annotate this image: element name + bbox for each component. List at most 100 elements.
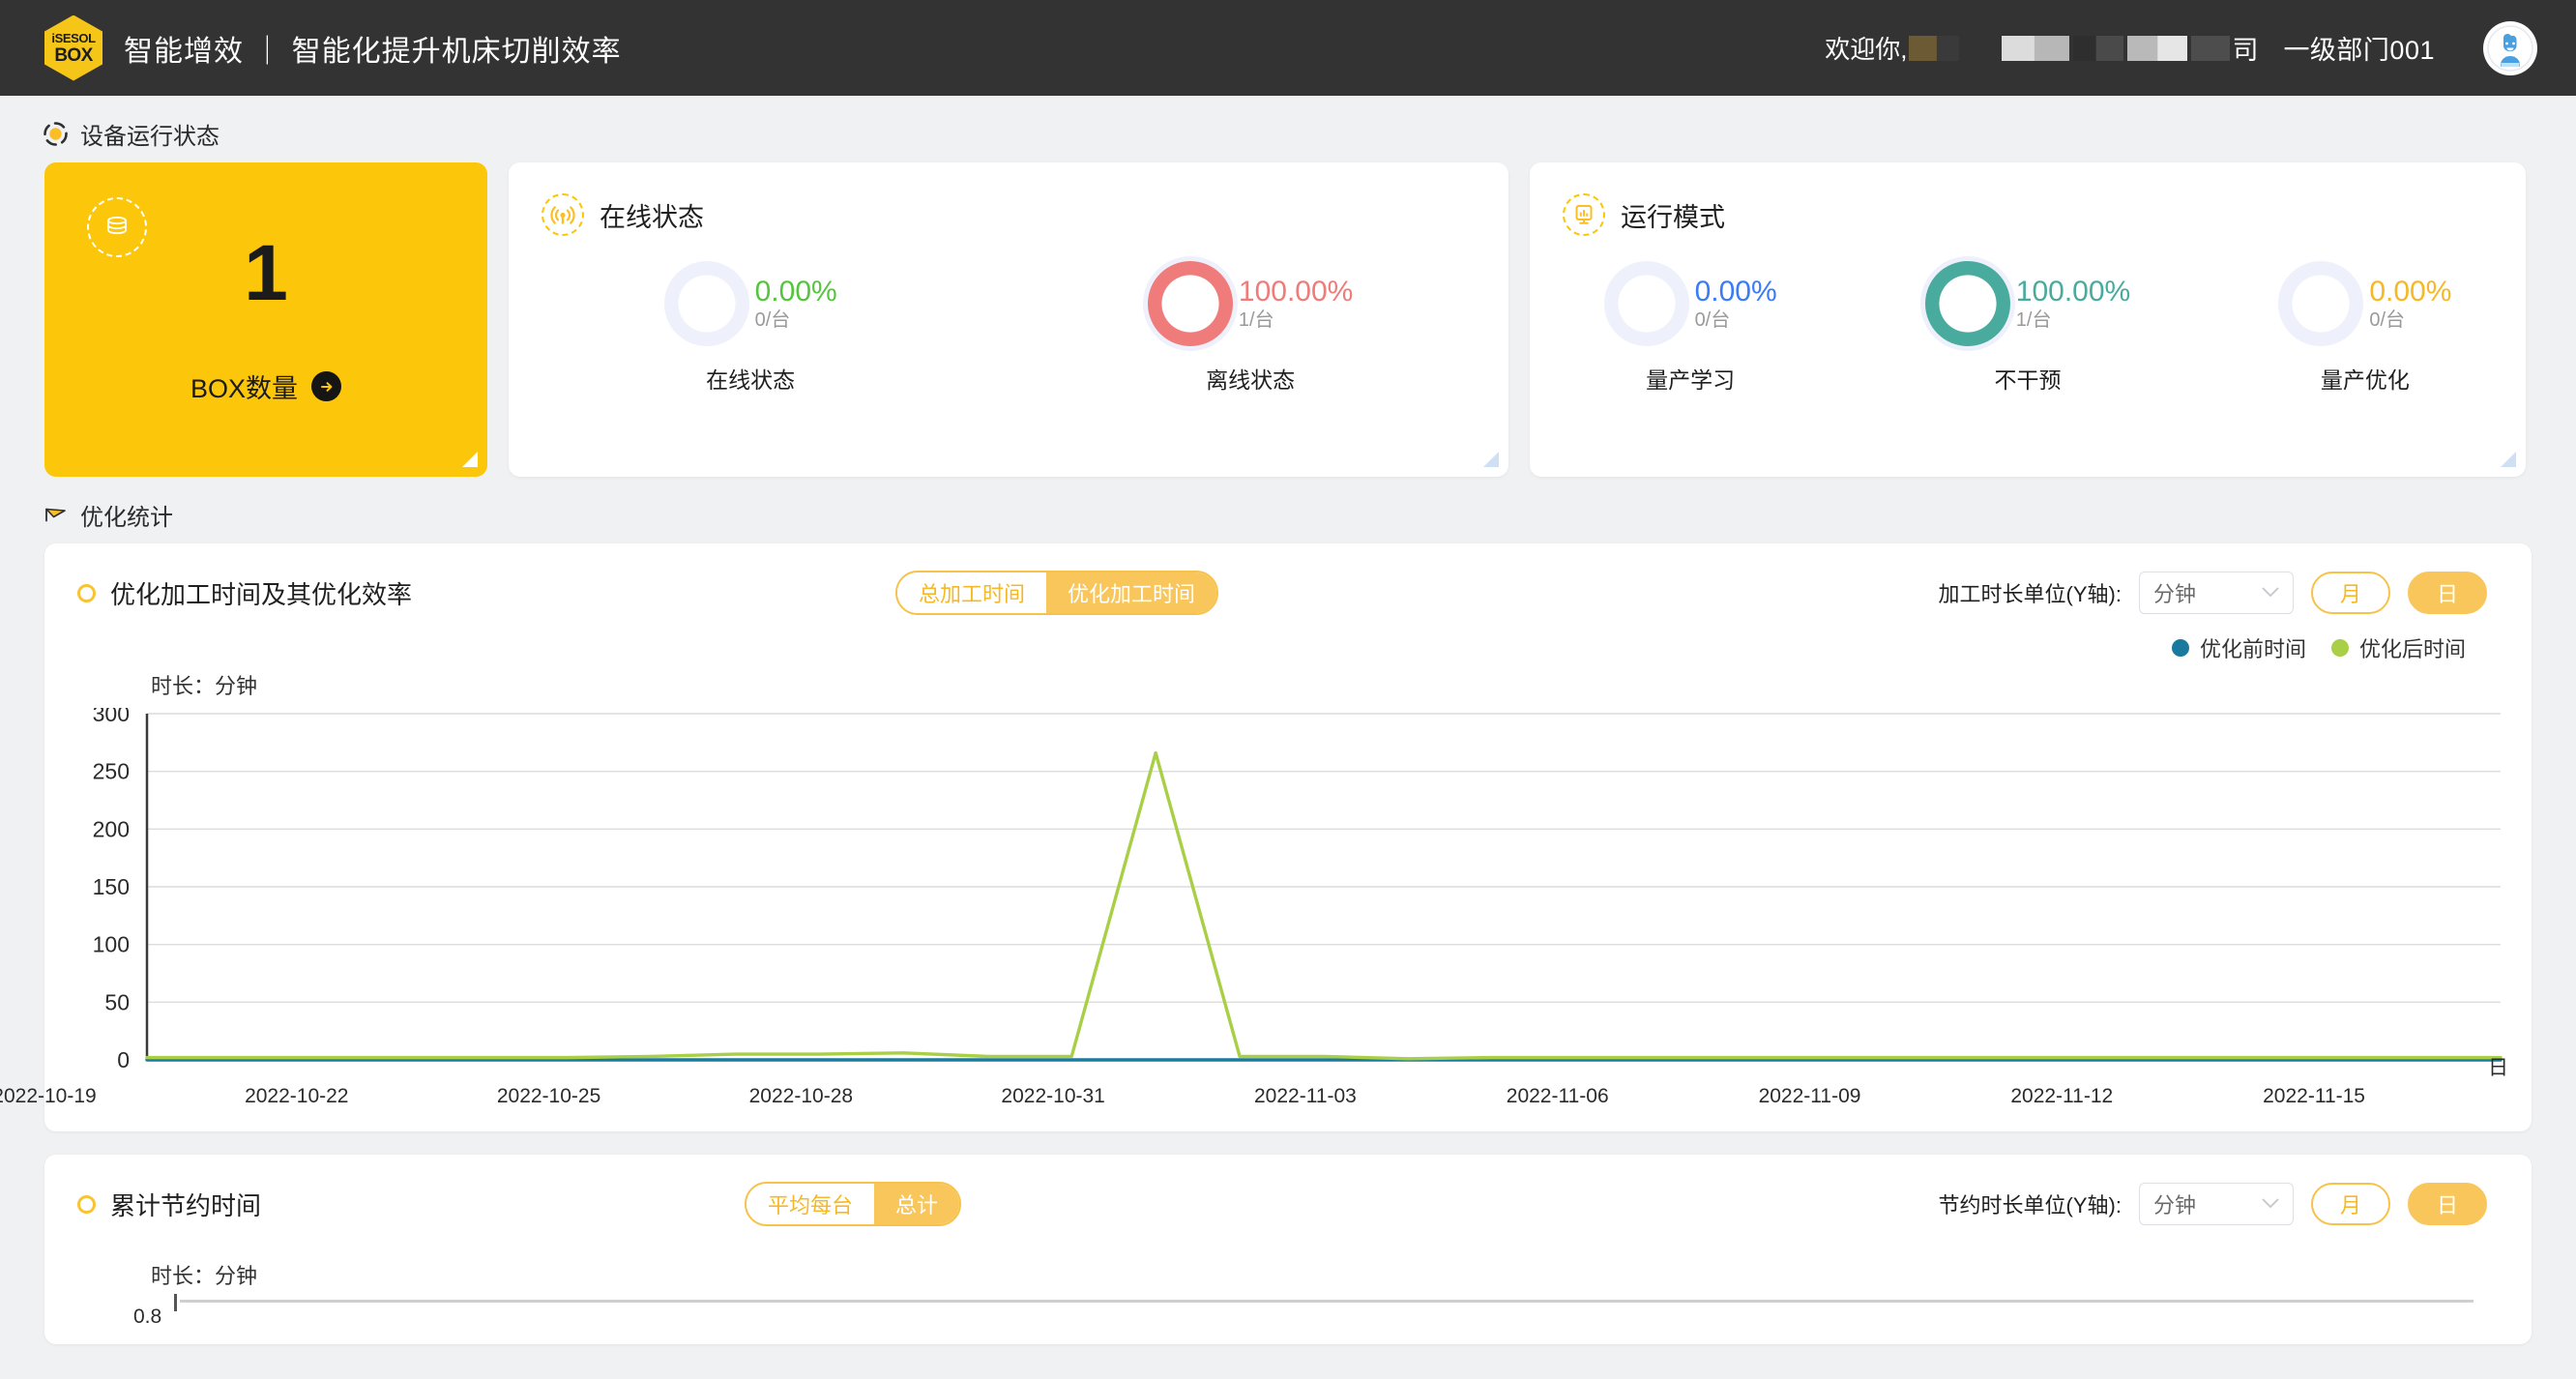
chart1-x-tick: 2022-11-09 bbox=[1758, 1085, 1861, 1107]
donut-sub-offline: 1/台 bbox=[1238, 308, 1274, 331]
mode-card-title: 运行模式 bbox=[1621, 202, 1725, 232]
chevron-down-icon bbox=[2262, 583, 2279, 602]
chart2-unit-select[interactable]: 分钟 bbox=[2139, 1183, 2294, 1225]
legend-item-before[interactable]: 优化前时间 bbox=[2171, 632, 2306, 663]
chart2-period-day[interactable]: 日 bbox=[2408, 1183, 2487, 1225]
redacted-company-3 bbox=[2127, 35, 2188, 61]
donut-name-no-intervention: 不干预 bbox=[1994, 367, 2062, 393]
company-suffix: 司 bbox=[2232, 36, 2259, 65]
chart2-mode-toggle[interactable]: 平均每台 总计 bbox=[745, 1182, 962, 1226]
section-header-device-status: 设备运行状态 bbox=[0, 96, 2576, 162]
donut-online: 0.00% 0/台 在线状态 bbox=[663, 261, 837, 395]
cumulative-saved-time-card: 累计节约时间 平均每台 总计 节约时长单位(Y轴): 分钟 月 日 时长：分钟 … bbox=[44, 1155, 2532, 1344]
card-corner-marker bbox=[2501, 452, 2516, 467]
chart2-axis-tick bbox=[174, 1294, 177, 1311]
chart2-toggle-average[interactable]: 平均每台 bbox=[746, 1184, 875, 1224]
legend-dot-before bbox=[2171, 639, 2189, 657]
svg-text:100: 100 bbox=[93, 932, 130, 957]
chart2-toggle-total[interactable]: 总计 bbox=[874, 1184, 960, 1224]
department-label: 一级部门001 bbox=[2283, 36, 2435, 65]
chevron-down-icon bbox=[2262, 1194, 2279, 1214]
chart1-legend: 优化前时间 优化后时间 bbox=[44, 615, 2532, 663]
card-corner-marker bbox=[462, 452, 478, 467]
chart1-x-tick: 2022-10-22 bbox=[245, 1085, 349, 1107]
logo-line-2: BOX bbox=[54, 44, 93, 66]
chart1-x-axis-title: 日 bbox=[2488, 1057, 2508, 1079]
chart2-top-gridline bbox=[180, 1300, 2474, 1303]
donut-chart-mass-optimization bbox=[2278, 261, 2364, 346]
chart2-period-month[interactable]: 月 bbox=[2311, 1183, 2390, 1225]
chart2-controls: 节约时长单位(Y轴): 分钟 月 日 bbox=[1939, 1183, 2487, 1225]
header-user-area: 欢迎你, 司 一级部门001 bbox=[1825, 20, 2537, 75]
donut-percent-mass-learning: 0.00% bbox=[1694, 276, 1777, 308]
charts-container: 优化加工时间及其优化效率 总加工时间 优化加工时间 加工时长单位(Y轴): 分钟… bbox=[0, 543, 2576, 1344]
chart2-first-ytick: 0.8 bbox=[133, 1306, 162, 1328]
redacted-company-1 bbox=[2002, 35, 2070, 61]
chart1-y-axis-title: 时长：分钟 bbox=[151, 674, 258, 698]
chart1-x-tick: 2022-11-12 bbox=[2010, 1085, 2114, 1107]
donut-offline: 100.00% 1/台 离线状态 bbox=[1147, 261, 1354, 395]
chart2-first-ytick-row: 0.8 bbox=[44, 1290, 2532, 1329]
app-header: iSESOL BOX 智能增效 ｜ 智能化提升机床切削效率 欢迎你, 司 一级部… bbox=[0, 0, 2576, 96]
chart1-x-tick: 2022-10-28 bbox=[748, 1085, 854, 1107]
card-corner-marker bbox=[1483, 452, 1499, 467]
chart1-unit-value: 分钟 bbox=[2153, 582, 2197, 606]
donut-name-mass-optimization: 量产优化 bbox=[2320, 367, 2410, 393]
chart1-toggle-optimized[interactable]: 优化加工时间 bbox=[1046, 572, 1217, 613]
donut-chart-mass-learning bbox=[1603, 261, 1689, 346]
device-status-cards: 1 BOX数量 在线状态 0.00% 0/台 在线状态 100.00% 1/台 … bbox=[0, 162, 2576, 477]
chart1-period-month[interactable]: 月 bbox=[2311, 572, 2390, 614]
flag-cursor-icon bbox=[43, 502, 69, 528]
section-title-optimization-stats: 优化统计 bbox=[80, 505, 173, 531]
svg-text:0: 0 bbox=[117, 1047, 130, 1072]
chart1-x-tick: 2022-11-06 bbox=[1506, 1085, 1609, 1107]
online-card-title: 在线状态 bbox=[600, 202, 704, 232]
chart1-unit-label: 加工时长单位(Y轴): bbox=[1938, 582, 2122, 606]
svg-text:300: 300 bbox=[93, 708, 130, 726]
svg-text:200: 200 bbox=[93, 816, 130, 841]
chart2-title-group: 累计节约时间 bbox=[77, 1187, 261, 1222]
chart1-unit-select[interactable]: 分钟 bbox=[2139, 572, 2294, 614]
user-avatar-icon[interactable] bbox=[2483, 20, 2537, 75]
donut-percent-offline: 100.00% bbox=[1238, 276, 1354, 308]
ring-bullet-icon bbox=[77, 583, 96, 602]
box-count-card[interactable]: 1 BOX数量 bbox=[44, 162, 487, 477]
chart2-y-axis-title: 时长：分钟 bbox=[151, 1264, 258, 1288]
chart1-x-tick: 2022-11-03 bbox=[1253, 1085, 1357, 1107]
ring-bullet-icon bbox=[77, 1194, 96, 1214]
section-header-optimization-stats: 优化统计 bbox=[0, 477, 2576, 543]
chart1-x-tick: 2022-10-31 bbox=[1001, 1085, 1105, 1107]
donut-percent-online: 0.00% bbox=[754, 276, 837, 308]
chart1-title-group: 优化加工时间及其优化效率 bbox=[77, 575, 412, 611]
legend-item-after[interactable]: 优化后时间 bbox=[2330, 632, 2466, 663]
bar-chart-monitor-icon bbox=[1563, 193, 1605, 236]
chart1-mode-toggle[interactable]: 总加工时间 优化加工时间 bbox=[895, 571, 1219, 615]
box-count-value: 1 bbox=[244, 229, 288, 317]
donut-sub-mass-optimization: 0/台 bbox=[2369, 308, 2406, 331]
svg-text:150: 150 bbox=[93, 874, 130, 899]
svg-text:50: 50 bbox=[104, 989, 130, 1014]
chart1-header: 优化加工时间及其优化效率 总加工时间 优化加工时间 加工时长单位(Y轴): 分钟… bbox=[44, 543, 2532, 615]
donut-name-offline: 离线状态 bbox=[1206, 367, 1296, 393]
donut-no-intervention: 100.00% 1/台 不干预 bbox=[1924, 261, 2131, 395]
run-mode-card: 运行模式 0.00% 0/台 量产学习 100.00% 1/台 不干预 0.00… bbox=[1530, 162, 2526, 477]
chart2-title: 累计节约时间 bbox=[110, 1190, 262, 1220]
chart1-toggle-total[interactable]: 总加工时间 bbox=[897, 572, 1047, 613]
chart1-x-labels: 日 2022-10-19 2022-10-22 2022-10-25 2022-10-… bbox=[0, 1057, 2532, 1126]
chart1-x-tick: 2022-10-25 bbox=[496, 1085, 601, 1107]
mode-card-title-row: 运行模式 bbox=[1530, 162, 2526, 236]
donut-name-mass-learning: 量产学习 bbox=[1646, 367, 1736, 393]
section-title-device-status: 设备运行状态 bbox=[80, 124, 220, 150]
online-card-title-row: 在线状态 bbox=[509, 162, 1508, 236]
app-logo[interactable]: iSESOL BOX bbox=[44, 15, 102, 81]
chart1-period-day[interactable]: 日 bbox=[2408, 572, 2487, 614]
arrow-right-icon[interactable] bbox=[311, 371, 342, 401]
donut-percent-no-intervention: 100.00% bbox=[2015, 276, 2131, 308]
donut-sub-mass-learning: 0/台 bbox=[1694, 308, 1731, 331]
chart1-x-tick: 2022-10-19 bbox=[0, 1085, 97, 1107]
status-ring-icon bbox=[43, 121, 69, 147]
donut-chart-offline bbox=[1147, 261, 1233, 346]
online-status-card: 在线状态 0.00% 0/台 在线状态 100.00% 1/台 离线状态 bbox=[509, 162, 1508, 477]
donut-chart-no-intervention bbox=[1924, 261, 2010, 346]
box-count-label: BOX数量 bbox=[190, 374, 299, 403]
